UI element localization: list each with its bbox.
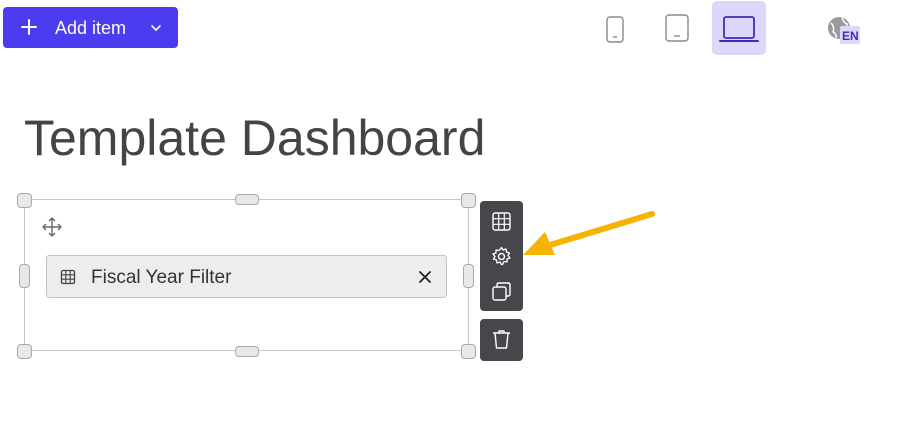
annotation-arrow [523,211,655,255]
move-icon[interactable] [41,216,63,238]
filter-label: Fiscal Year Filter [91,267,232,288]
tablet-icon [665,14,689,42]
language-selector[interactable]: EN [825,15,861,47]
table-icon [60,269,76,285]
laptop-view-button[interactable] [712,1,766,55]
plus-icon [21,19,37,35]
language-code: EN [842,29,859,43]
resize-handle-top[interactable] [235,194,259,205]
resize-handle-left[interactable] [19,264,30,288]
close-icon[interactable] [417,269,433,285]
resize-handle-right[interactable] [463,264,474,288]
add-item-button[interactable]: Add item [3,7,178,48]
resize-handle-bottom-right[interactable] [461,344,476,359]
fiscal-year-filter[interactable]: Fiscal Year Filter [46,255,447,298]
chevron-down-icon [151,25,161,31]
phone-icon [606,16,624,43]
trash-icon [493,330,510,349]
resize-handle-bottom[interactable] [235,346,259,357]
laptop-icon [719,16,759,42]
tablet-view-button[interactable] [650,1,704,55]
phone-view-button[interactable] [588,1,642,55]
page-title: Template Dashboard [24,110,486,166]
resize-handle-top-right[interactable] [461,193,476,208]
table-icon [492,212,511,231]
duplicate-icon [492,282,511,301]
gear-icon [492,246,511,266]
resize-handle-bottom-left[interactable] [17,344,32,359]
add-item-label: Add item [55,18,127,38]
resize-handle-top-left[interactable] [17,193,32,208]
delete-button[interactable] [480,319,523,361]
duplicate-button[interactable] [480,274,523,308]
